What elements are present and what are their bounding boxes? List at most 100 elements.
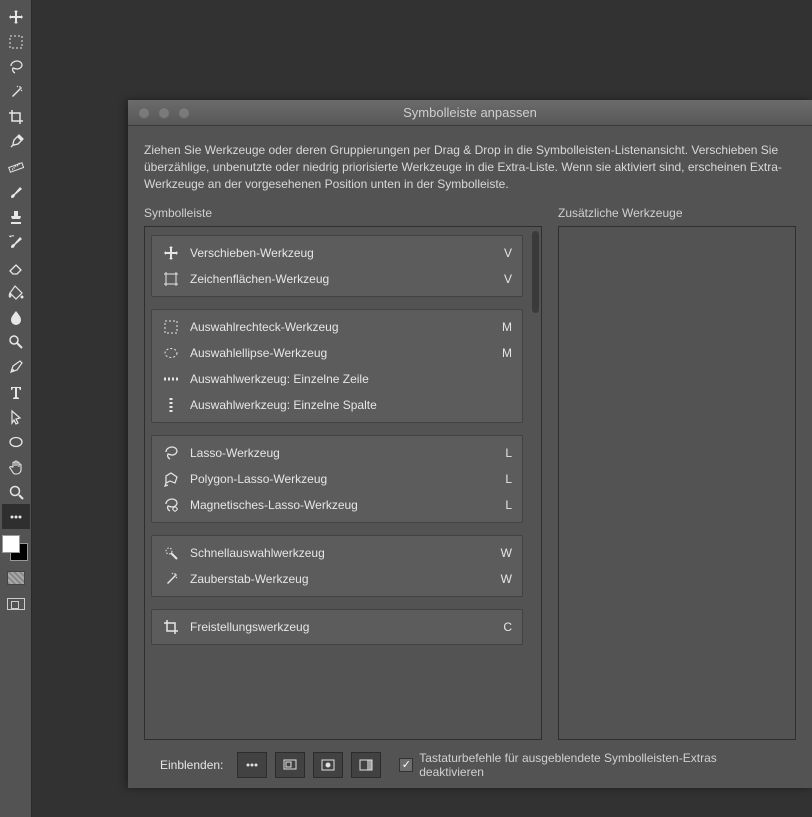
tool-row[interactable]: Zauberstab-Werkzeug W [152, 566, 522, 592]
tool-name: Verschieben-Werkzeug [190, 246, 486, 260]
tool-shortcut: V [496, 272, 512, 286]
customize-toolbar-dialog: Symbolleiste anpassen Ziehen Sie Werkzeu… [128, 100, 812, 788]
tool-group[interactable]: Auswahlrechteck-WerkzeugMAuswahlellipse-… [151, 309, 523, 423]
bucket-tool[interactable] [2, 279, 30, 304]
show-panels-button[interactable] [351, 752, 381, 778]
eyedropper-icon [8, 134, 24, 150]
more-icon [8, 509, 24, 525]
poly-lasso-icon [162, 471, 180, 487]
type-tool[interactable] [2, 379, 30, 404]
tool-row[interactable]: Zeichenflächen-Werkzeug V [152, 266, 522, 292]
zoom-tool[interactable] [2, 479, 30, 504]
wand-icon [8, 84, 24, 100]
type-icon [8, 384, 24, 400]
hand-tool[interactable] [2, 454, 30, 479]
move-tool[interactable] [2, 4, 30, 29]
tool-row[interactable]: Verschieben-Werkzeug V [152, 240, 522, 266]
disable-shortcuts-checkbox[interactable]: ✓ Tastaturbefehle für ausgeblendete Symb… [399, 751, 780, 779]
fg-color-icon [2, 535, 20, 553]
brush-icon [8, 184, 24, 200]
eraser-icon [8, 259, 24, 275]
brush-tool[interactable] [2, 179, 30, 204]
col-marquee-icon [162, 397, 180, 413]
checkbox-icon: ✓ [399, 758, 413, 772]
move-icon [162, 245, 180, 261]
zoom-icon [8, 484, 24, 500]
tool-name: Auswahlrechteck-Werkzeug [190, 320, 486, 334]
tool-row[interactable]: Auswahlellipse-WerkzeugM [152, 340, 522, 366]
tool-shortcut: M [496, 346, 512, 360]
tool-name: Freistellungswerkzeug [190, 620, 486, 634]
eraser-tool[interactable] [2, 254, 30, 279]
more-tool[interactable] [2, 504, 30, 529]
tool-name: Zeichenflächen-Werkzeug [190, 272, 486, 286]
dialog-footer: Einblenden: ✓ Tastaturbefehle für ausgeb… [144, 740, 796, 788]
bucket-icon [8, 284, 24, 300]
extras-list[interactable] [558, 226, 796, 740]
tool-name: Magnetisches-Lasso-Werkzeug [190, 498, 486, 512]
history-brush-icon [8, 234, 24, 250]
dialog-body: Ziehen Sie Werkzeuge oder deren Gruppier… [128, 126, 812, 788]
marquee-icon [162, 319, 180, 335]
scrollbar-thumb[interactable] [532, 231, 539, 313]
history-brush-tool[interactable] [2, 229, 30, 254]
panels: Symbolleiste Verschieben-WerkzeugVZeiche… [144, 206, 796, 740]
dodge-icon [8, 334, 24, 350]
stamp-tool[interactable] [2, 204, 30, 229]
tool-group[interactable]: Lasso-WerkzeugL Polygon-Lasso-Werkzeug L Ma… [151, 435, 523, 523]
ruler-tool[interactable] [2, 154, 30, 179]
extras-panel-label: Zusätzliche Werkzeuge [558, 206, 796, 220]
tool-name: Auswahlwerkzeug: Einzelne Zeile [190, 372, 486, 386]
tool-name: Polygon-Lasso-Werkzeug [190, 472, 486, 486]
tool-name: Auswahlwerkzeug: Einzelne Spalte [190, 398, 486, 412]
tool-row[interactable]: Freistellungswerkzeug C [152, 614, 522, 640]
stamp-icon [8, 209, 24, 225]
crop-tool[interactable] [2, 104, 30, 129]
show-screen-button[interactable] [275, 752, 305, 778]
tool-shortcut: W [496, 546, 512, 560]
ellipse-marquee-icon [162, 345, 180, 361]
tool-row[interactable]: Lasso-WerkzeugL [152, 440, 522, 466]
tool-group[interactable]: Verschieben-WerkzeugVZeichenflächen-Werk… [151, 235, 523, 297]
tool-shortcut: L [496, 472, 512, 486]
tool-shortcut: W [496, 572, 512, 586]
mag-lasso-icon [162, 497, 180, 513]
tool-row[interactable]: Auswahlwerkzeug: Einzelne Zeile [152, 366, 522, 392]
show-qmask-button[interactable] [313, 752, 343, 778]
tool-row[interactable]: Polygon-Lasso-Werkzeug L [152, 466, 522, 492]
tool-shortcut: C [496, 620, 512, 634]
marquee-tool[interactable] [2, 29, 30, 54]
checkbox-label: Tastaturbefehle für ausgeblendete Symbol… [419, 751, 780, 779]
pen-tool[interactable] [2, 354, 30, 379]
pen-icon [8, 359, 24, 375]
tool-shortcut: V [496, 246, 512, 260]
toolbar-list[interactable]: Verschieben-WerkzeugVZeichenflächen-Werk… [144, 226, 542, 740]
panels-icon [358, 757, 374, 773]
dodge-tool[interactable] [2, 329, 30, 354]
tool-row[interactable]: SchnellauswahlwerkzeugW [152, 540, 522, 566]
screenmode-toggle[interactable] [2, 593, 30, 615]
hand-icon [8, 459, 24, 475]
tool-name: Zauberstab-Werkzeug [190, 572, 486, 586]
color-swatch[interactable] [2, 535, 30, 563]
tool-row[interactable]: Auswahlwerkzeug: Einzelne Spalte [152, 392, 522, 418]
wand-tool[interactable] [2, 79, 30, 104]
qmask-icon [7, 571, 25, 585]
tool-group[interactable]: Freistellungswerkzeug C [151, 609, 523, 645]
blur-tool[interactable] [2, 304, 30, 329]
toolstrip [0, 0, 32, 817]
qmask-icon [320, 757, 336, 773]
lasso-tool[interactable] [2, 54, 30, 79]
crop-icon [8, 109, 24, 125]
tool-row[interactable]: Auswahlrechteck-Werkzeug M [152, 314, 522, 340]
pointer-tool[interactable] [2, 404, 30, 429]
ellipse-tool[interactable] [2, 429, 30, 454]
tool-row[interactable]: Magnetisches-Lasso-WerkzeugL [152, 492, 522, 518]
tool-shortcut: M [496, 320, 512, 334]
quickmask-toggle[interactable] [2, 567, 30, 589]
titlebar: Symbolleiste anpassen [128, 100, 812, 126]
show-more-button[interactable] [237, 752, 267, 778]
tool-group[interactable]: SchnellauswahlwerkzeugWZauberstab-Werkze… [151, 535, 523, 597]
ruler-icon [8, 159, 24, 175]
eyedropper-tool[interactable] [2, 129, 30, 154]
